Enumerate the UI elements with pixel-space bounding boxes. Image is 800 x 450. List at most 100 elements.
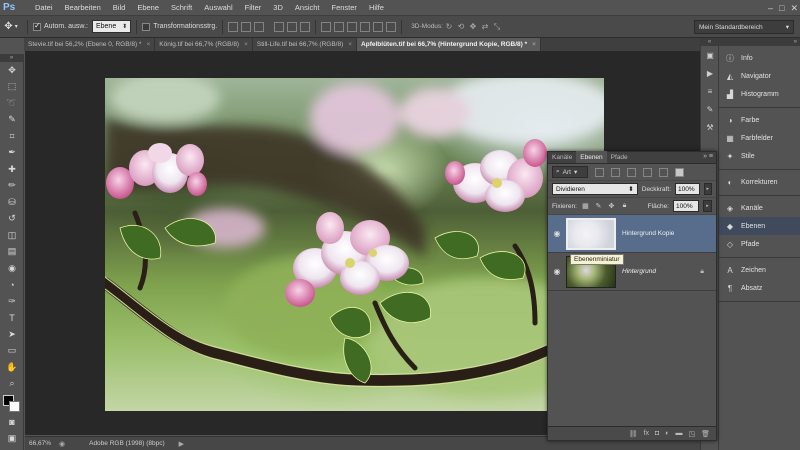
lasso-tool-icon[interactable]: ➰: [0, 95, 24, 112]
filter-toggle-icon[interactable]: [675, 167, 684, 177]
shape-tool-icon[interactable]: ▭: [0, 343, 24, 360]
distribute-top-icon[interactable]: [321, 21, 332, 32]
distribute-hcenter-icon[interactable]: [373, 21, 384, 32]
tool-preset-picker[interactable]: ✥ ▾: [0, 19, 22, 35]
transform-controls-checkbox[interactable]: Transformationsstrg.: [142, 22, 217, 31]
filter-smart-object-icon[interactable]: [659, 167, 668, 177]
status-menu-arrow-icon[interactable]: ▶: [179, 440, 184, 448]
3d-pan-icon[interactable]: ✥: [467, 22, 479, 32]
new-layer-icon[interactable]: ◳: [688, 430, 695, 438]
menu-filter[interactable]: Filter: [239, 0, 268, 16]
dock-item-zeichen[interactable]: A Zeichen: [719, 261, 800, 279]
layer-filter-kind[interactable]: ⌕ Art ▾: [552, 166, 588, 178]
quick-mask-icon[interactable]: ◙: [0, 414, 24, 431]
properties-icon[interactable]: ≡: [701, 82, 719, 100]
3d-slide-icon[interactable]: ⇄: [479, 22, 491, 32]
healing-brush-tool-icon[interactable]: ✚: [0, 161, 24, 178]
menu-bild[interactable]: Bild: [107, 0, 132, 16]
fill-slider-toggle-icon[interactable]: ▸: [703, 200, 712, 212]
new-group-icon[interactable]: ▬: [675, 430, 682, 437]
dock-item-stile[interactable]: ✦ Stile: [719, 147, 800, 165]
layer-row[interactable]: ◉ Hintergrund Kopie: [548, 215, 716, 253]
maximize-button[interactable]: □: [779, 3, 784, 13]
align-hcenter-icon[interactable]: [287, 21, 298, 32]
screen-mode-icon[interactable]: ▣: [0, 431, 24, 448]
align-right-icon[interactable]: [300, 21, 311, 32]
minimize-button[interactable]: –: [768, 3, 773, 13]
dock-item-farbfelder[interactable]: ▦ Farbfelder: [719, 129, 800, 147]
dodge-tool-icon[interactable]: ◔: [0, 277, 24, 294]
move-tool-icon[interactable]: ✥: [0, 62, 24, 79]
auto-select-checkbox[interactable]: Autom. ausw.:: [33, 21, 88, 31]
lock-all-icon[interactable]: 🔒︎: [620, 202, 629, 211]
opacity-slider-toggle-icon[interactable]: ▸: [703, 183, 713, 195]
align-top-icon[interactable]: [228, 21, 239, 32]
dock-item-histogramm[interactable]: ▟ Histogramm: [719, 85, 800, 103]
expand-strip-icon[interactable]: «: [701, 38, 718, 46]
document-tab[interactable]: Still-Life.tif bei 66,7% (RGB/8) ×: [252, 38, 358, 51]
menu-auswahl[interactable]: Auswahl: [198, 0, 238, 16]
type-tool-icon[interactable]: T: [0, 310, 24, 327]
tab-kanäle[interactable]: Kanäle: [548, 151, 576, 163]
path-select-tool-icon[interactable]: ➤: [0, 326, 24, 343]
zoom-level[interactable]: 66,67%: [25, 440, 55, 447]
menu-ansicht[interactable]: Ansicht: [289, 0, 326, 16]
distribute-bottom-icon[interactable]: [347, 21, 358, 32]
close-tab-icon[interactable]: ×: [532, 41, 536, 48]
align-bottom-icon[interactable]: [254, 21, 265, 32]
add-mask-icon[interactable]: ◘: [655, 430, 659, 437]
dock-item-ebenen[interactable]: ◆ Ebenen: [719, 217, 800, 235]
pen-tool-icon[interactable]: ✑: [0, 293, 24, 310]
filter-pixel-icon[interactable]: [595, 167, 604, 177]
document-tab[interactable]: König.tif bei 66,7% (RGB/8) ×: [155, 38, 253, 51]
menu-bearbeiten[interactable]: Bearbeiten: [59, 0, 107, 16]
document-tab[interactable]: Apfelblüten.tif bei 66,7% (Hintergrund K…: [357, 38, 541, 51]
clone-stamp-tool-icon[interactable]: ⛁: [0, 194, 24, 211]
layer-name[interactable]: Hintergrund Kopie: [622, 230, 674, 237]
close-button[interactable]: ✕: [790, 3, 798, 14]
lock-pixels-icon[interactable]: ✎: [594, 202, 603, 211]
filter-shape-icon[interactable]: [643, 167, 652, 177]
layer-style-icon[interactable]: fx: [644, 430, 649, 437]
crop-tool-icon[interactable]: ⌗: [0, 128, 24, 145]
collapse-dock-icon[interactable]: »: [719, 38, 800, 46]
close-tab-icon[interactable]: ×: [146, 41, 150, 48]
blur-tool-icon[interactable]: ◉: [0, 260, 24, 277]
dock-item-absatz[interactable]: ¶ Absatz: [719, 279, 800, 297]
history-icon[interactable]: ▣: [701, 46, 719, 64]
menu-3d[interactable]: 3D: [267, 0, 289, 16]
tab-pfade[interactable]: Pfade: [607, 151, 632, 163]
filter-type-icon[interactable]: [627, 167, 636, 177]
menu-hilfe[interactable]: Hilfe: [363, 0, 390, 16]
menu-schrift[interactable]: Schrift: [165, 0, 198, 16]
auto-select-target-dropdown[interactable]: Ebene ⬍: [91, 20, 132, 33]
hand-tool-icon[interactable]: ✋: [0, 359, 24, 376]
3d-roll-icon[interactable]: ⟲: [455, 22, 467, 32]
lock-position-icon[interactable]: ✥: [607, 202, 616, 211]
brush-presets-icon[interactable]: ✎: [701, 100, 719, 118]
layer-name[interactable]: Hintergrund: [622, 268, 656, 275]
delete-layer-icon[interactable]: 🗑︎: [701, 430, 710, 438]
distribute-right-icon[interactable]: [386, 21, 397, 32]
link-layers-icon[interactable]: ⛓: [629, 430, 638, 438]
visibility-eye-icon[interactable]: ◉: [548, 229, 566, 238]
tool-presets-icon[interactable]: ⚒: [701, 118, 719, 136]
marquee-tool-icon[interactable]: ⬚: [0, 79, 24, 96]
dock-item-pfade[interactable]: ◇ Pfade: [719, 235, 800, 253]
align-left-icon[interactable]: [274, 21, 285, 32]
visibility-eye-icon[interactable]: ◉: [548, 267, 566, 276]
dock-item-info[interactable]: ⓘ Info: [719, 49, 800, 67]
eraser-tool-icon[interactable]: ◫: [0, 227, 24, 244]
color-swatches[interactable]: [0, 392, 24, 414]
zoom-tool-icon[interactable]: ⌕: [0, 376, 24, 393]
panel-menu-icon[interactable]: » ≡: [703, 153, 713, 160]
document-tab[interactable]: Stevie.tif bei 56,2% (Ebene 0, RGB/8) * ×: [24, 38, 156, 51]
opacity-input[interactable]: 100%: [675, 183, 700, 195]
layer-thumbnail[interactable]: [566, 217, 616, 250]
document-image[interactable]: [105, 78, 604, 411]
menu-datei[interactable]: Datei: [29, 0, 59, 16]
workspace-switcher[interactable]: Mein Standardbereich ▾: [694, 20, 794, 34]
distribute-vcenter-icon[interactable]: [334, 21, 345, 32]
3d-rotate-icon[interactable]: ↻: [443, 22, 455, 32]
eyedropper-tool-icon[interactable]: ✒: [0, 145, 24, 162]
